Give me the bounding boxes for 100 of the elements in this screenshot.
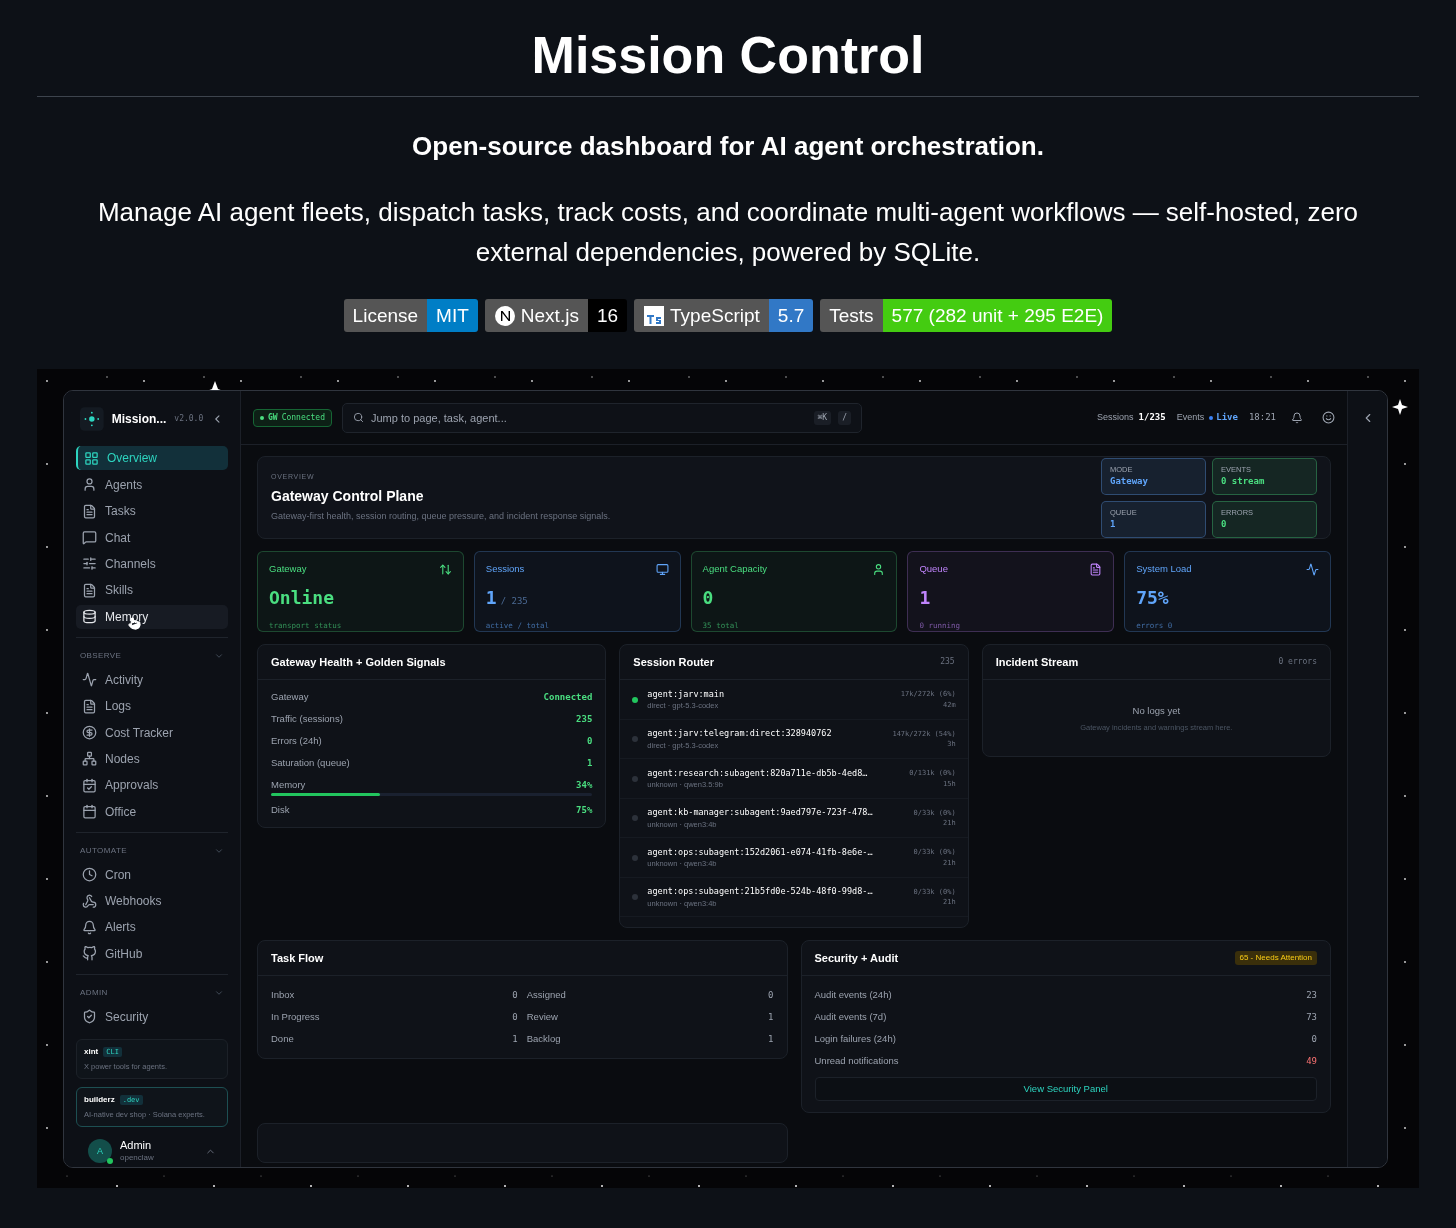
person-icon [872,563,886,576]
panel-title: Security + Audit [814,951,899,967]
document-icon [82,503,97,519]
audit-label: Unread notifications [814,1054,899,1069]
status-badge[interactable]: Next.js 16 [484,299,628,333]
nav-item[interactable]: Nodes [76,746,228,771]
audit-label: Login failures (24h) [814,1032,896,1047]
badge-label: Next.js [484,299,588,333]
audit-label: Audit events (7d) [814,1010,887,1025]
task-count: 0 [512,988,518,1002]
empty-title: No logs yet [1132,703,1181,718]
nav-item[interactable]: Tasks [76,499,228,524]
calendar-check-icon [82,777,97,793]
nav-item[interactable]: Logs [76,694,228,719]
nextjs-logo-icon [493,304,516,327]
session-key: agent:jarv:telegram:direct:328940762 [647,727,884,740]
stat-title: Agent Capacity [702,562,768,577]
page-subtitle: Gateway-first health, session routing, queue pressure, and incident response signals. [271,509,611,523]
nav-item[interactable]: Security [76,1004,228,1029]
smiley-icon[interactable] [1322,411,1335,425]
typescript-logo-icon [643,304,666,327]
database-icon [82,609,97,625]
view-security-button[interactable]: View Security Panel [814,1077,1317,1102]
stat-title: Sessions [485,562,525,577]
metric-value: 34% [576,778,593,792]
shortcut-key: / [838,410,851,425]
nav-item[interactable]: Channels [76,551,228,576]
sessions-count: 1/235 [1138,411,1166,425]
session-key: agent:ops:subagent:152d2061-e074-41fb-8e6e-… [647,845,905,859]
readme-description: Manage AI agent fleets, dispatch tasks, track costs, and coordinate multi-agent workflows — self-hosted, zero external dependencies, powered by SQLite. [96,196,1360,270]
nav-item[interactable]: Activity [76,667,228,692]
stat-title: System Load [1136,562,1192,577]
section-header: ADMIN [80,986,108,999]
chat-icon [82,530,97,546]
nav-item[interactable]: Chat [76,525,228,550]
badge-label: License [343,299,428,333]
stat-value: 1 [485,585,497,610]
avatar: A [88,1139,112,1164]
clock-icon [82,867,97,883]
session-key: agent:research:subagent:820a711e-db5b-4ed8… [647,766,901,780]
task-status-label: Review [526,1010,558,1025]
monitor-icon [655,563,669,576]
metric-label: Saturation (queue) [271,756,350,771]
status-badge[interactable]: License MIT [343,299,478,333]
arrows-icon [438,563,452,576]
nav-item[interactable]: Webhooks [76,889,228,914]
nav-item[interactable]: Approvals [76,773,228,798]
metric-label: Disk [271,803,290,818]
badge-value: 5.7 [768,299,814,333]
nav-item[interactable]: Memory [76,604,228,629]
panel-title: Session Router [633,655,714,671]
pulse-icon [1306,563,1319,576]
badge-label: Tests [820,299,883,333]
session-key: agent:jarv:main [647,687,892,701]
promo-title: builderz [84,1094,115,1107]
section-header: AUTOMATE [80,844,127,857]
search-input[interactable]: Jump to page, task, agent... [371,409,807,427]
stat-suffix: / 235 [500,594,528,608]
status-badge[interactable]: TypeScript 5.7 [634,299,814,333]
document-icon [82,698,97,714]
search-field[interactable]: Jump to page, task, agent... ⌘K / [342,402,862,433]
task-status-label: Assigned [526,988,566,1003]
panel-title: Task Flow [271,951,324,967]
audit-value: 0 [1311,1032,1317,1046]
stat-title: Queue [919,562,948,577]
github-icon [82,946,97,962]
logo-icon [80,405,104,432]
nav-item[interactable]: Overview [76,446,228,471]
task-status-label: Backlog [526,1032,561,1047]
nav-item[interactable]: Cost Tracker [76,720,228,745]
metric-label: Gateway [271,690,309,705]
nav-item[interactable]: Office [76,799,228,824]
nav-item[interactable]: Skills [76,578,228,603]
network-icon [82,751,97,767]
sessions-label: Sessions [1097,411,1134,425]
version-label: v2.0.0 [174,412,204,425]
count-label: 0 errors [1278,656,1317,669]
count-label: 235 [940,656,955,669]
stat-value: 75% [1136,585,1169,610]
nav-item[interactable]: Alerts [76,915,228,940]
task-count: 1 [512,1032,518,1046]
metric-value: 235 [576,712,593,726]
task-count: 1 [768,1032,774,1046]
bell-icon[interactable] [1291,411,1303,424]
metric-value: 1 [586,756,593,770]
status-badge[interactable]: Tests 577 (282 unit + 295 E2E) [820,299,1113,333]
nav-item[interactable]: GitHub [76,941,228,966]
badge-value: 577 (282 unit + 295 E2E) [882,299,1113,333]
promo-title: xint [84,1045,99,1058]
shield-icon [82,1009,97,1025]
badge-value: 16 [587,299,628,333]
metric-label: Memory [271,778,306,793]
bell-icon [82,919,97,935]
search-icon [353,412,364,424]
session-key: agent:ops:subagent:21b5fd0e-524b-48f0-99d8-… [647,885,905,898]
nav-item[interactable]: Agents [76,472,228,497]
metric-label: Errors (24h) [271,734,322,749]
audit-value: 73 [1306,1010,1317,1024]
nav-item[interactable]: Cron [76,862,228,887]
shortcut-key: ⌘K [813,410,832,425]
